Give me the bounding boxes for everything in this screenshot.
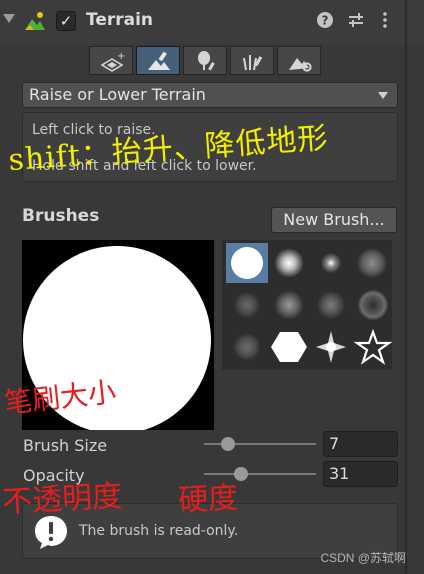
help-icon[interactable]: ? [315,11,335,31]
brushes-heading: Brushes [22,206,100,226]
brush-size-field[interactable]: 7 [323,431,398,457]
opacity-field[interactable]: 31 [323,461,398,487]
create-neighbor-icon: + [100,51,125,72]
brush-swatch-noise-3[interactable] [310,285,352,325]
inspector-edge [405,0,407,574]
paint-terrain-icon [148,51,170,70]
annotation-hardness: 硬度 [177,480,240,519]
kebab-icon[interactable] [375,11,395,31]
brush-swatch-ring[interactable] [352,285,394,325]
brush-swatch-hard-circle[interactable] [226,243,268,283]
terrain-component-icon [24,10,46,32]
info-speech-bubble-icon [33,514,69,550]
brush-swatch-noise-1[interactable] [226,285,268,325]
foldout-arrow-icon[interactable] [3,14,15,23]
svg-text:+: + [117,51,125,62]
brush-size-slider-handle[interactable] [220,437,235,451]
terrain-settings-icon [289,58,312,72]
brush-swatch-cloud[interactable] [352,243,394,283]
annotation-opacity: 不透明度 [1,478,124,521]
brush-palette [222,240,394,370]
create-neighbor-terrains-tool[interactable]: + [89,46,133,75]
brush-swatch-hexagon[interactable] [268,327,310,367]
enabled-checkbox[interactable]: ✓ [56,11,76,31]
brush-swatch-small-soft[interactable] [310,243,352,283]
brush-swatch-noise-2[interactable] [268,285,310,325]
dropdown-arrow-icon [378,92,388,99]
component-title: Terrain [86,10,154,30]
paint-details-icon [243,55,263,71]
brush-swatch-star-outline[interactable] [352,327,394,367]
watermark: CSDN @苏轼啊 [320,551,406,565]
tool-mode-dropdown[interactable]: Raise or Lower Terrain [22,82,398,108]
paint-trees-icon [198,51,215,71]
paint-details-tool[interactable] [230,46,274,75]
paint-trees-tool[interactable] [183,46,227,75]
new-brush-button[interactable]: New Brush... [271,207,397,233]
brush-size-label: Brush Size [23,436,108,455]
tool-mode-dropdown-value: Raise or Lower Terrain [29,85,206,104]
brush-swatch-star-soft[interactable] [310,327,352,367]
brush-swatch-grass[interactable] [226,327,268,367]
brush-swatch-soft-circle[interactable] [268,243,310,283]
terrain-settings-tool[interactable] [277,46,321,75]
presets-icon[interactable] [346,11,366,31]
svg-text:?: ? [322,14,329,28]
read-only-notice-text: The brush is read-only. [79,523,239,539]
paint-terrain-tool[interactable] [136,46,180,75]
